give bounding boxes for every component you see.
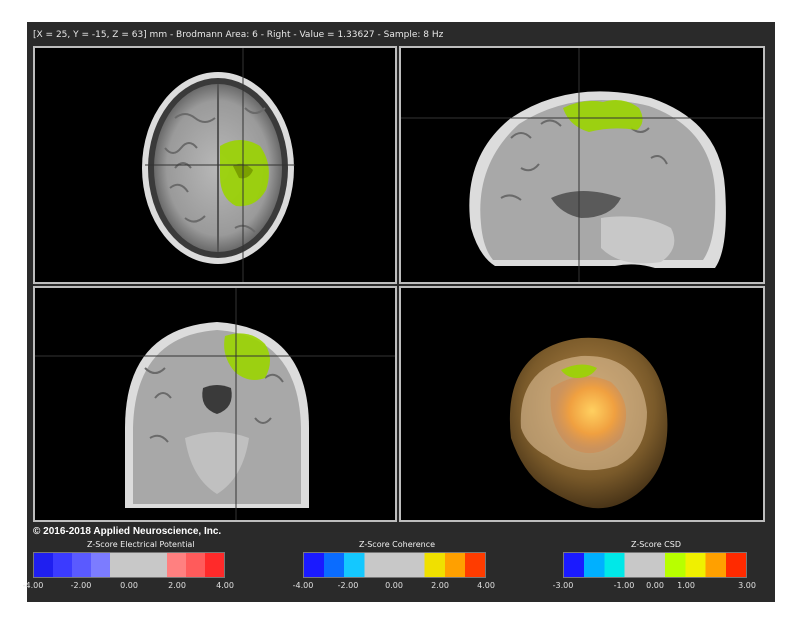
scale-tick: 3.00	[738, 581, 756, 590]
scale-tick: 4.00	[216, 581, 234, 590]
scale-tick: 0.00	[385, 581, 403, 590]
scale-tick: 1.00	[677, 581, 695, 590]
scale-tick: 0.00	[646, 581, 664, 590]
scale-title: Z-Score CSD	[631, 540, 681, 549]
status-bar: [X = 25, Y = -15, Z = 63] mm - Brodmann …	[33, 30, 444, 40]
scale-tick: 2.00	[431, 581, 449, 590]
scale-tick: -1.00	[613, 581, 635, 590]
scale-tick: -4.00	[22, 581, 44, 590]
sagittal-brain-slice-icon	[401, 48, 763, 282]
3d-view[interactable]	[399, 286, 765, 522]
sagittal-view[interactable]	[399, 46, 765, 284]
copyright-text: © 2016-2018 Applied Neuroscience, Inc.	[33, 526, 222, 537]
scale-title: Z-Score Electrical Potential	[87, 540, 195, 549]
scale-tick: -4.00	[292, 581, 314, 590]
color-scale-bar	[563, 552, 747, 578]
scale-tick: 0.00	[120, 581, 138, 590]
scale-tick: 2.00	[168, 581, 186, 590]
axial-brain-slice-icon	[142, 48, 295, 282]
axial-view[interactable]	[33, 46, 397, 284]
scale-tick: 4.00	[477, 581, 495, 590]
coronal-brain-slice-icon	[35, 288, 395, 520]
scale-title: Z-Score Coherence	[359, 540, 436, 549]
3d-head-render-icon	[509, 337, 668, 509]
scale-tick: -2.00	[70, 581, 92, 590]
color-scale-bar	[303, 552, 486, 578]
color-scale-bar	[33, 552, 225, 578]
scale-tick: -2.00	[337, 581, 359, 590]
scale-tick: -3.00	[552, 581, 574, 590]
coronal-view[interactable]	[33, 286, 397, 522]
